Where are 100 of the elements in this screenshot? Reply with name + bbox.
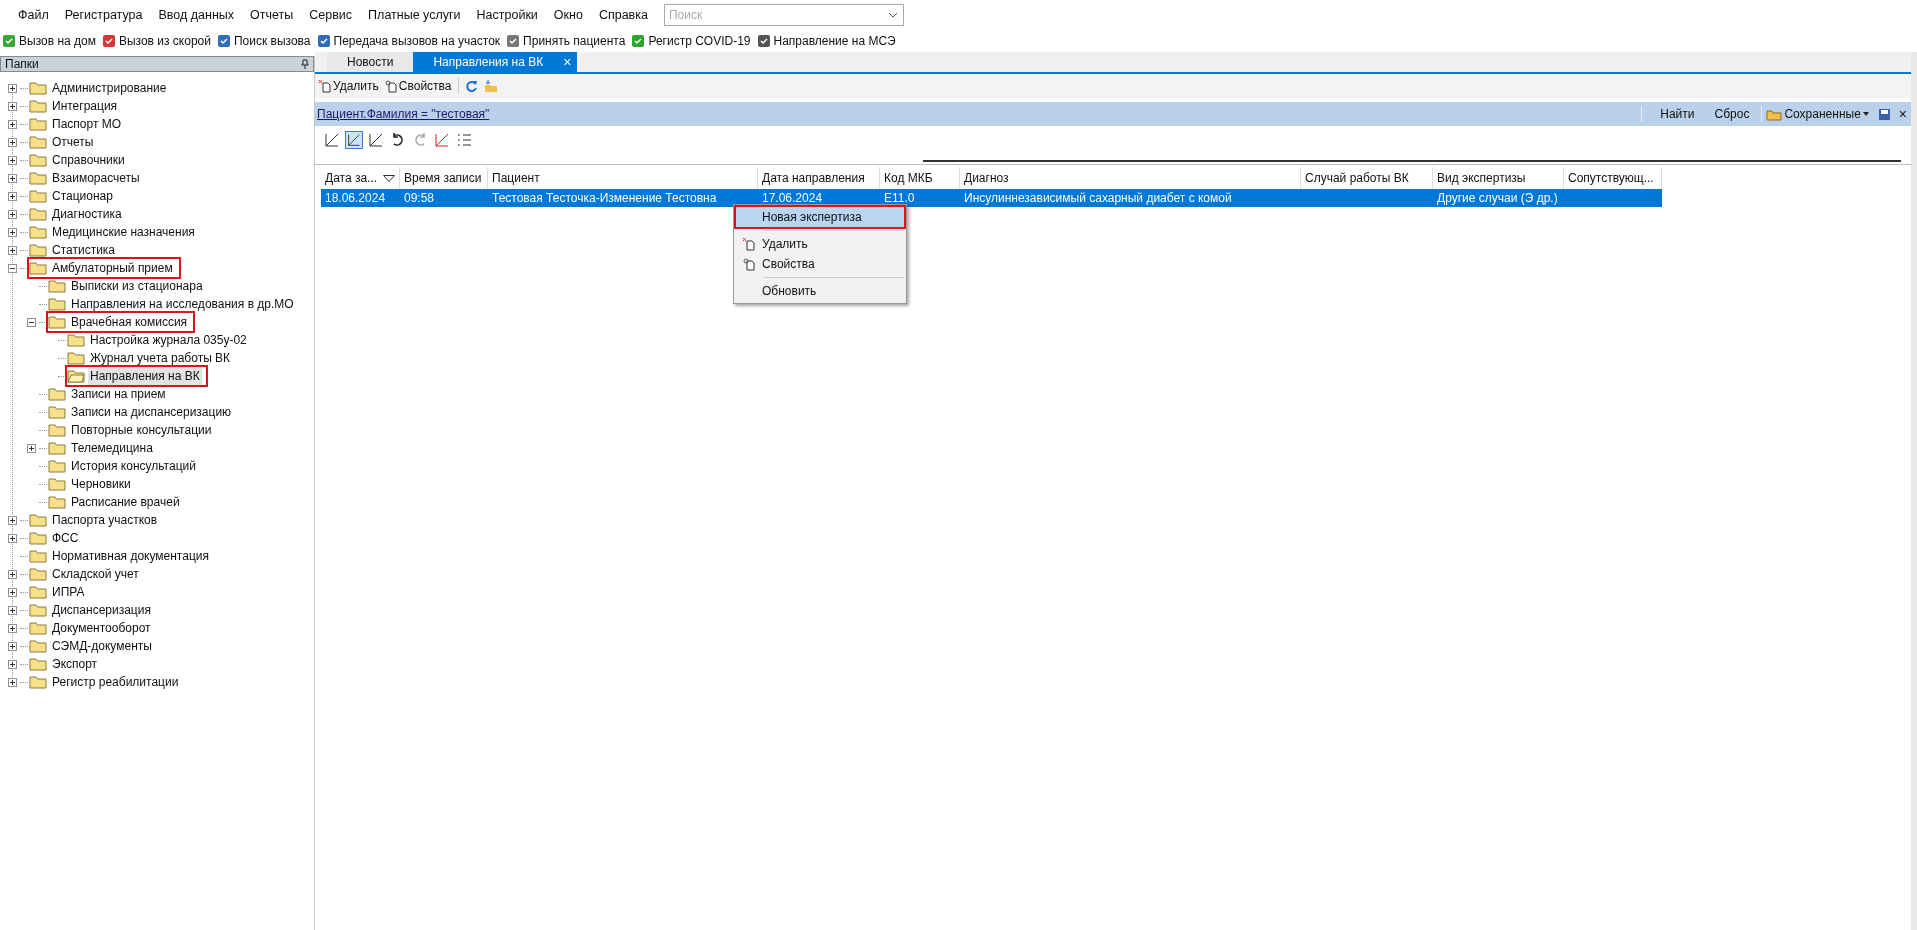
expand-icon[interactable] [8,209,17,219]
menu-item[interactable]: Платные услуги [360,5,469,25]
expand-icon[interactable] [27,443,36,453]
menu-item[interactable]: Настройки [468,5,546,25]
filter-button[interactable]: Найти [1650,105,1705,123]
tree-item[interactable]: История консультаций [48,457,202,475]
action-button[interactable]: Свойства [384,77,452,95]
tree-item[interactable]: Взаиморасчеты [29,169,146,187]
search-field[interactable]: Поиск [663,4,904,26]
tree-item[interactable]: Врачебная комиссия [48,313,194,331]
toolbar-button[interactable]: Вызов на дом [2,32,96,50]
tree-item[interactable]: ФСС [29,529,85,547]
tree-item[interactable]: Документооборот [29,619,157,637]
menu-item[interactable]: Удалить [736,234,904,254]
expand-icon[interactable] [8,623,17,633]
pin-icon[interactable] [301,59,309,69]
menu-item[interactable]: Ввод данных [150,5,243,25]
menu-item[interactable]: Файл [10,5,57,25]
folder-icon [29,117,47,131]
expand-icon[interactable] [8,605,17,615]
tree-item[interactable]: Диагностика [29,205,128,223]
menu-item[interactable]: Справка [590,5,656,25]
tree-item[interactable]: Настройка журнала 035у-02 [67,331,253,349]
tab[interactable]: Новости [327,52,414,72]
folder-icon [48,495,66,509]
expand-icon[interactable] [8,227,17,237]
expand-icon[interactable] [8,533,17,543]
refresh-icon[interactable] [464,79,478,93]
chevron-down-icon[interactable] [887,12,898,18]
expand-icon[interactable] [8,83,17,93]
tree-item[interactable]: Выписки из стационара [48,277,209,295]
tree-item[interactable]: Стационар [29,187,119,205]
tree-item[interactable]: Складской учет [29,565,145,583]
menu-item[interactable]: Сервис [301,5,361,25]
filter-link[interactable]: Пациент.Фамилия = "тестовая" [317,105,490,123]
tree-item[interactable]: Паспорт МО [29,115,128,133]
action-button[interactable]: Удалить [319,77,379,95]
toolbar-button[interactable]: Направление на МСЭ [756,32,896,50]
tab[interactable]: Направления на ВК × [413,52,578,72]
toolbar-button[interactable]: Поиск вызова [217,32,311,50]
expand-icon[interactable] [8,515,17,525]
toolbar-button[interactable]: Вызов из скорой [101,32,211,50]
table-row[interactable]: 18.06.2024 09:58 Тестовая Тесточка-Изменение Тестовна 17.06.2024 E11.0 Инсулиннезависимый сахарный диабет с комой Другие случаи (Э др.) [321,189,1662,207]
close-tab-icon[interactable]: × [563,55,572,69]
expand-icon[interactable] [8,155,17,165]
clear-filter-icon[interactable] [433,131,451,149]
tree-item[interactable]: Журнал учета работы ВК [67,349,237,367]
table-cell-text: Тестовая Тесточка-Изменение Тестовна [492,190,717,207]
tree-item[interactable]: Статистика [29,241,122,259]
tree-item[interactable]: Регистр реабилитации [29,673,185,691]
folder-icon [29,513,47,527]
expand-icon[interactable] [8,119,17,129]
open-folder-icon [67,369,85,383]
toolbar-button[interactable]: Принять пациента [506,32,626,50]
expand-icon[interactable] [8,191,17,201]
collapse-icon[interactable] [8,263,17,273]
toolbar-button[interactable]: Регистр COVID-19 [631,32,751,50]
menu-item[interactable]: Регистратура [56,5,151,25]
close-filter-button[interactable]: × [1894,107,1911,121]
expand-icon[interactable] [8,173,17,183]
tree-item[interactable]: Повторные консультации [48,421,218,439]
tree-item[interactable]: Паспорта участков [29,511,164,529]
tree-item[interactable]: Черновики [48,475,137,493]
tree-item[interactable]: Отчеты [29,133,100,151]
folder-icon [29,207,47,221]
filter-button[interactable]: Сброс [1704,105,1760,123]
tree-item[interactable]: Амбулаторный прием [29,259,179,277]
tree-item[interactable]: Медицинские назначения [29,223,201,241]
folder-icon [48,297,66,311]
expand-icon[interactable] [8,641,17,651]
menu-item[interactable]: Новая экспертиза [736,207,904,227]
tree-item[interactable]: Справочники [29,151,131,169]
tree-item[interactable]: Направления на исследования в др.МО [48,295,300,313]
expand-icon[interactable] [8,245,17,255]
menu-item[interactable]: Отчеты [242,5,302,25]
expand-icon[interactable] [8,677,17,687]
expand-icon[interactable] [8,587,17,597]
tree-item[interactable]: Расписание врачей [48,493,186,511]
tree-item[interactable]: Экспорт [29,655,104,673]
tree-item[interactable]: Записи на диспансеризацию [48,403,238,421]
menu-item[interactable]: Обновить [736,281,904,301]
folder-icon [29,639,47,653]
tree-item[interactable]: Интеграция [29,97,124,115]
collapse-icon[interactable] [27,317,36,327]
tree-item[interactable]: Нормативная документация [29,547,215,565]
saved-filters-button[interactable]: Сохраненные [1764,105,1871,123]
tree-item[interactable]: Администрирование [29,79,173,97]
expand-icon[interactable] [8,101,17,111]
tree-item[interactable]: Диспансеризация [29,601,157,619]
expand-icon[interactable] [8,659,17,669]
expand-icon[interactable] [8,137,17,147]
table-cell-text: Другие случаи (Э др.) [1437,190,1558,207]
toolbar-button[interactable]: Передача вызовов на участок [316,32,501,50]
tree-item[interactable]: СЭМД-документы [29,637,158,655]
menu-item[interactable]: Окно [545,5,591,25]
menu-item[interactable]: Свойства [736,254,904,274]
tree-item[interactable]: Телемедицина [48,439,159,457]
tree-item[interactable]: Записи на прием [48,385,172,403]
expand-icon[interactable] [8,569,17,579]
tree-item[interactable]: ИПРА [29,583,91,601]
